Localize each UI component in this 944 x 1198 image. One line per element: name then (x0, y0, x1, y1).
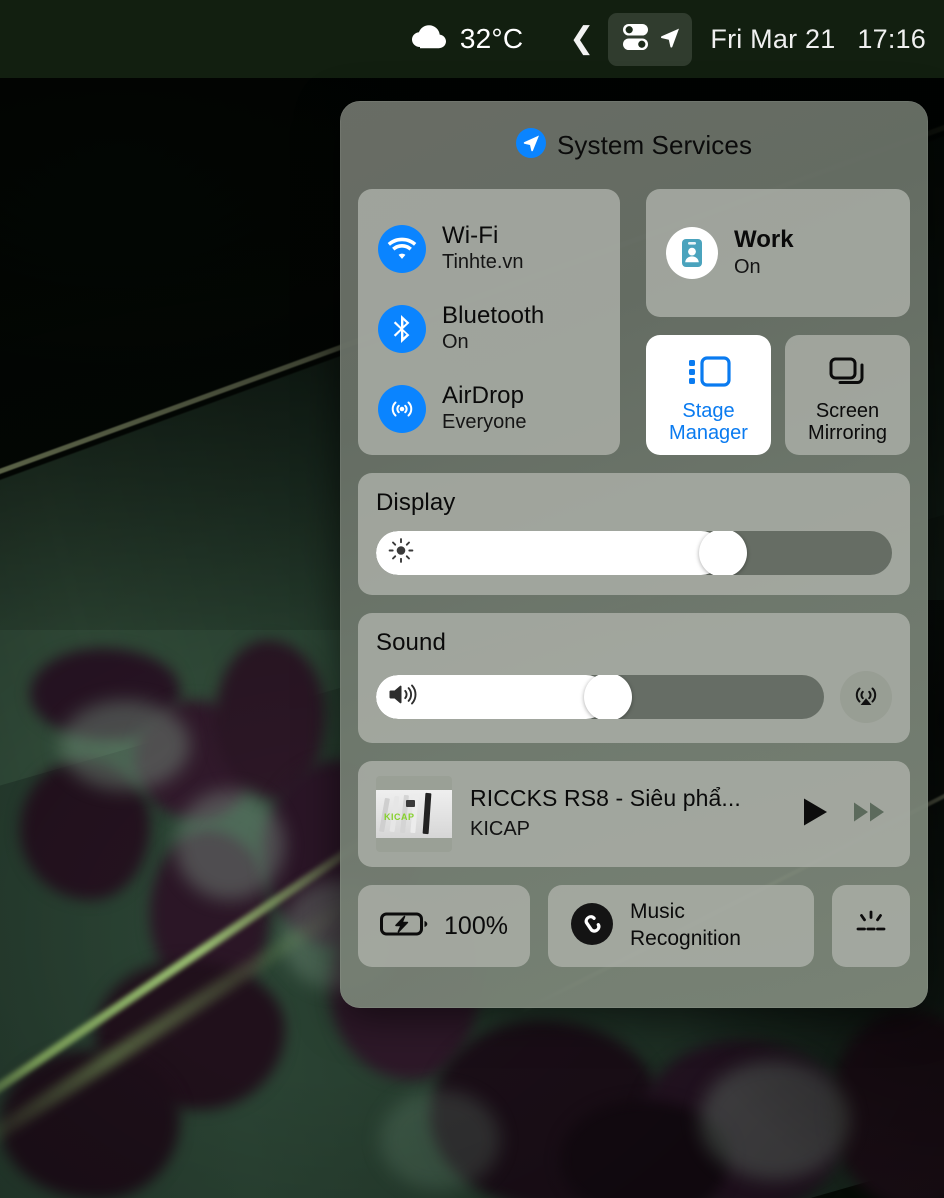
artwork-detail (422, 792, 432, 835)
menubar-temperature: 32°C (459, 23, 524, 54)
wifi-label: Wi-Fi (442, 222, 499, 250)
focus-work-text: Work On (734, 226, 794, 280)
stage-manager-label: Stage Manager (669, 400, 748, 445)
focus-work-label: Work (734, 226, 794, 254)
music-recognition-line1: Music (630, 900, 685, 924)
bluetooth-text: Bluetooth On (442, 302, 545, 355)
sound-slider-knob[interactable] (584, 675, 632, 719)
album-artwork: KICAP (376, 776, 452, 852)
id-badge-icon (666, 227, 718, 279)
display-slider-row (376, 531, 892, 575)
stage-manager-icon (686, 350, 732, 394)
menubar-time[interactable]: 17:16 (857, 24, 926, 55)
page-title: System Services (556, 129, 753, 160)
stage-manager-label-line2: Manager (669, 422, 748, 444)
now-playing-text: RICCKS RS8 - Siêu phẩ... KICAP (470, 785, 782, 843)
screen-mirroring-button[interactable]: Screen Mirroring (785, 335, 910, 455)
screen-mirroring-label-line2: Mirroring (808, 422, 887, 444)
sound-volume-slider[interactable] (376, 675, 824, 719)
menubar-date[interactable]: Fri Mar 21 (710, 24, 835, 55)
play-icon[interactable] (800, 796, 830, 833)
control-center-button[interactable] (608, 12, 693, 66)
control-center-bottom-row: 100% Music Recognition (358, 885, 910, 967)
system-services-header: System Services (358, 101, 910, 189)
now-playing-artist: KICAP (470, 817, 531, 840)
battery-percentage: 100% (444, 911, 508, 940)
location-arrow-icon (659, 26, 681, 53)
battery-charging-icon (380, 910, 430, 943)
menubar-weather[interactable]: 32°C (409, 23, 523, 56)
artwork-detail (406, 800, 415, 807)
sound-slider-row (376, 671, 892, 723)
screen-mirroring-label: Screen Mirroring (808, 400, 887, 445)
display-slider-fill (376, 531, 723, 575)
control-center-icon (619, 21, 653, 58)
now-playing-title: RICCKS RS8 - Siêu phẩ... (470, 785, 741, 812)
brightness-sun-icon (388, 538, 414, 569)
focus-work-tile[interactable]: Work On (646, 189, 910, 317)
music-recognition-tile[interactable]: Music Recognition (548, 885, 814, 967)
stage-manager-label-line1: Stage (682, 399, 735, 422)
wifi-text: Wi-Fi Tinhte.vn (442, 222, 524, 275)
media-controls (800, 796, 888, 833)
cloud-icon (409, 23, 449, 56)
control-center-panel: System Services Wi-Fi Tinhte.vn Bluetoot… (340, 101, 928, 1008)
airdrop-text: AirDrop Everyone (442, 382, 527, 435)
chevron-left-icon[interactable]: ❮ (569, 24, 594, 54)
airplay-audio-icon (850, 679, 882, 716)
music-recognition-label: Music Recognition (630, 899, 741, 953)
shazam-icon (570, 902, 614, 951)
sound-section: Sound (358, 613, 910, 743)
display-section: Display (358, 473, 910, 595)
screen-mirroring-icon (826, 350, 870, 394)
keyboard-brightness-icon (850, 907, 892, 946)
wifi-status: Tinhte.vn (442, 250, 524, 273)
screen-mirroring-label-line1: Screen (815, 399, 880, 422)
toggle-squares-row: Stage Manager Screen Mirroring (646, 335, 910, 455)
sound-label: Sound (376, 629, 446, 656)
bluetooth-label: Bluetooth (442, 302, 545, 330)
now-playing-tile[interactable]: KICAP RICCKS RS8 - Siêu phẩ... KICAP (358, 761, 910, 867)
sound-output-button[interactable] (840, 671, 892, 723)
connectivity-tile: Wi-Fi Tinhte.vn Bluetooth On AirDrop Eve… (358, 189, 620, 455)
album-artwork-image: KICAP (376, 790, 452, 838)
airdrop-label: AirDrop (442, 382, 525, 410)
control-center-right-column: Work On Stage Manager Screen Mirroring (646, 189, 910, 455)
airdrop-row[interactable]: AirDrop Everyone (378, 369, 620, 449)
control-center-top-row: Wi-Fi Tinhte.vn Bluetooth On AirDrop Eve… (358, 189, 910, 455)
location-arrow-icon (515, 127, 546, 163)
focus-work-status: On (734, 255, 761, 278)
airdrop-status: Everyone (442, 410, 527, 433)
bluetooth-icon[interactable] (378, 305, 426, 353)
artwork-brand-text: KICAP (384, 812, 415, 822)
music-recognition-line2: Recognition (630, 927, 741, 950)
wifi-row[interactable]: Wi-Fi Tinhte.vn (378, 209, 620, 289)
display-slider-knob[interactable] (698, 531, 747, 575)
wifi-icon[interactable] (378, 225, 426, 273)
bluetooth-status: On (442, 330, 469, 353)
stage-manager-button[interactable]: Stage Manager (646, 335, 771, 455)
bluetooth-row[interactable]: Bluetooth On (378, 289, 620, 369)
speaker-waves-icon (388, 683, 418, 712)
airdrop-icon[interactable] (378, 385, 426, 433)
display-brightness-slider[interactable] (376, 531, 892, 575)
display-label: Display (376, 489, 456, 516)
keyboard-brightness-tile[interactable] (832, 885, 910, 967)
battery-tile[interactable]: 100% (358, 885, 530, 967)
menu-bar: 32°C ❮ Fri Mar 21 17:16 (0, 0, 944, 78)
fast-forward-icon[interactable] (852, 798, 888, 831)
